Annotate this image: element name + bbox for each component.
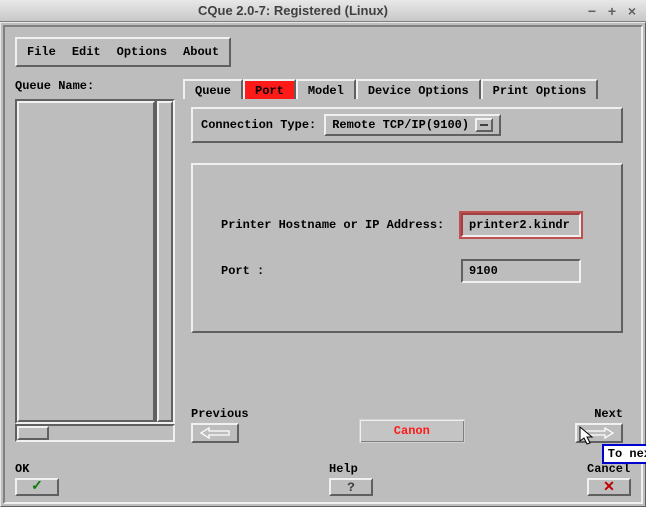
menu-file[interactable]: File xyxy=(19,43,64,61)
window-frame: File Edit Options About Queue Name: Queu… xyxy=(0,22,646,507)
queue-label: Queue Name: xyxy=(15,79,175,93)
dropdown-icon xyxy=(475,118,493,132)
brand-badge: Canon xyxy=(359,419,465,443)
ok-label: OK xyxy=(15,462,29,476)
connection-type-select[interactable]: Remote TCP/IP(9100) xyxy=(324,114,501,136)
config-panel: Queue Port Model Device Options Print Op… xyxy=(183,79,631,449)
hostname-label: Printer Hostname or IP Address: xyxy=(221,218,451,232)
vertical-scrollbar[interactable] xyxy=(155,101,173,422)
horizontal-scrollbar[interactable] xyxy=(15,424,175,442)
port-input[interactable] xyxy=(461,259,581,283)
connection-type-label: Connection Type: xyxy=(201,118,316,132)
hostname-input[interactable] xyxy=(461,213,581,237)
tab-print-options[interactable]: Print Options xyxy=(481,79,599,99)
maximize-icon[interactable]: + xyxy=(604,3,620,19)
queue-list[interactable] xyxy=(15,99,175,424)
arrow-left-icon xyxy=(200,427,230,439)
connection-type-value: Remote TCP/IP(9100) xyxy=(332,118,469,132)
connection-form: Printer Hostname or IP Address: Port : xyxy=(191,163,623,333)
tab-body: Connection Type: Remote TCP/IP(9100) Pri… xyxy=(183,99,631,449)
next-label: Next xyxy=(594,407,623,421)
x-icon: ✕ xyxy=(603,479,615,496)
help-button[interactable]: ? xyxy=(329,478,373,496)
previous-label: Previous xyxy=(191,407,249,421)
tab-queue[interactable]: Queue xyxy=(183,79,243,99)
menu-about[interactable]: About xyxy=(175,43,227,61)
cancel-label: Cancel xyxy=(587,462,630,476)
title-bar: CQue 2.0-7: Registered (Linux) − + × xyxy=(0,0,646,22)
window-title: CQue 2.0-7: Registered (Linux) xyxy=(6,3,580,18)
help-label: Help xyxy=(329,462,358,476)
close-icon[interactable]: × xyxy=(624,3,640,19)
window-inner: File Edit Options About Queue Name: Queu… xyxy=(3,25,643,504)
ok-button[interactable]: ✓ xyxy=(15,478,59,496)
port-label: Port : xyxy=(221,264,451,278)
bottom-actions: OK ✓ Help ? Cancel ✕ xyxy=(15,462,631,496)
cancel-button[interactable]: ✕ xyxy=(587,478,631,496)
tooltip: To nex xyxy=(602,444,646,464)
previous-button[interactable] xyxy=(191,423,239,443)
tab-port[interactable]: Port xyxy=(243,79,296,99)
nav-row: Previous Canon Next xyxy=(191,407,623,443)
menu-bar: File Edit Options About xyxy=(15,37,231,67)
minimize-icon[interactable]: − xyxy=(584,3,600,19)
menu-edit[interactable]: Edit xyxy=(64,43,109,61)
tab-model[interactable]: Model xyxy=(296,79,356,99)
tab-bar: Queue Port Model Device Options Print Op… xyxy=(183,79,631,99)
queue-panel: Queue Name: xyxy=(15,79,175,449)
question-icon: ? xyxy=(347,480,355,495)
tab-device-options[interactable]: Device Options xyxy=(356,79,481,99)
menu-options[interactable]: Options xyxy=(109,43,175,61)
mouse-cursor-icon xyxy=(579,426,595,450)
check-icon: ✓ xyxy=(31,480,43,494)
